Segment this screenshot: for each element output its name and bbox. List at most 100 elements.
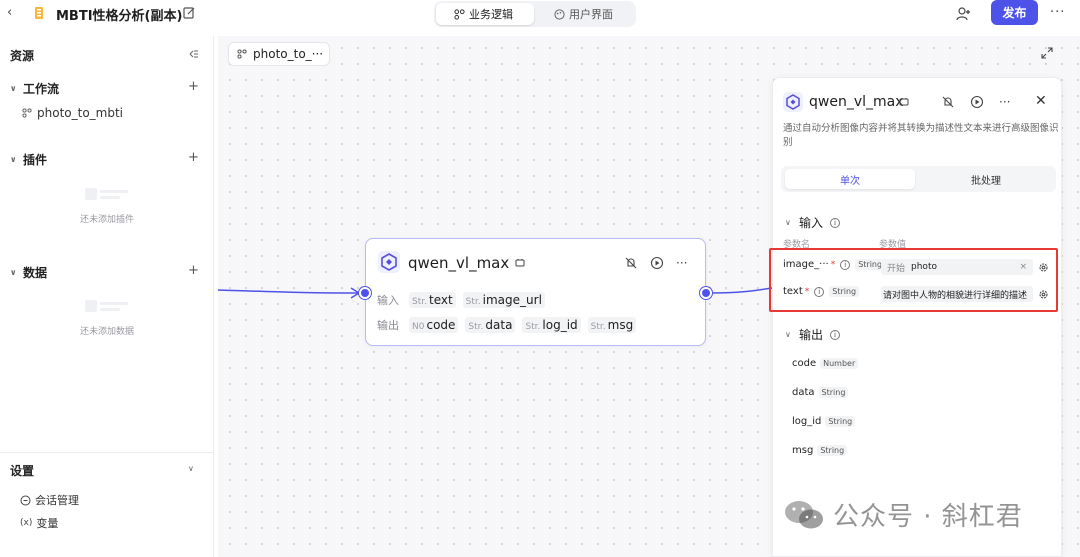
close-icon[interactable]: ✕ <box>1035 93 1047 109</box>
variable-icon: (x) <box>20 518 33 528</box>
run-icon[interactable] <box>650 256 664 270</box>
info-icon[interactable]: i <box>830 217 841 228</box>
node-param-chip: Str. data <box>465 317 516 333</box>
empty-illustration-icon <box>85 298 129 314</box>
node-param-chip: Str. msg <box>587 317 637 333</box>
sidebar-item-label: photo_to_mbti <box>37 106 124 120</box>
divider <box>0 452 213 453</box>
app-logo-icon <box>35 7 43 19</box>
tab-business-logic-label: 业务逻辑 <box>469 8 513 21</box>
section-plugins-label: 插件 <box>23 153 48 167</box>
tab-batch[interactable]: 批处理 <box>921 169 1051 189</box>
data-empty-state: 还未添加数据 <box>70 298 144 337</box>
output-row: msg String <box>792 445 848 456</box>
section-workflow[interactable]: ∨ 工作流 <box>10 80 59 97</box>
param-type: Str. <box>525 322 541 332</box>
section-data-label: 数据 <box>23 266 48 280</box>
highlight-box <box>769 248 1058 312</box>
output-row: log_id String <box>792 416 856 427</box>
back-icon[interactable]: ‹ <box>7 6 21 20</box>
output-name: data <box>792 387 815 398</box>
param-name: code <box>426 318 456 332</box>
bell-off-icon[interactable] <box>941 95 955 109</box>
workflow-icon <box>454 8 465 20</box>
section-workflow-label: 工作流 <box>23 82 60 96</box>
section-plugins[interactable]: ∨ 插件 <box>10 151 47 168</box>
publish-button[interactable]: 发布 <box>991 0 1038 25</box>
input-section-label: 输入 <box>799 216 824 230</box>
watermark-text: 公众号 · 斜杠君 <box>833 502 1023 532</box>
watermark: 公众号 · 斜杠君 <box>783 496 1023 533</box>
param-type: N0 <box>412 322 425 332</box>
node-param-chip: Str. log_id <box>522 317 581 333</box>
qwen-logo-icon <box>783 92 803 112</box>
sidebar-title: 资源 <box>10 49 35 63</box>
output-name: log_id <box>792 416 822 427</box>
chevron-down-icon: ∨ <box>10 84 17 93</box>
param-type: Str. <box>465 297 481 307</box>
resources-sidebar: 资源 ∨ 工作流 + photo_to_mbti ∨ 插件 + 还未添加插件 ∨… <box>0 36 214 557</box>
workflow-icon <box>22 108 32 118</box>
collapse-sidebar-icon[interactable] <box>187 49 199 59</box>
add-workflow-icon[interactable]: + <box>188 79 199 94</box>
mode-toggle: 业务逻辑 用户界面 <box>434 1 636 27</box>
node-input-port[interactable] <box>359 287 371 299</box>
node-actions: ··· <box>624 256 687 270</box>
param-name: msg <box>607 318 634 332</box>
chevron-down-icon: ∨ <box>785 218 791 227</box>
param-type: Str. <box>412 297 427 307</box>
edit-icon[interactable] <box>182 6 196 20</box>
add-data-icon[interactable]: + <box>188 263 199 278</box>
param-type: Str. <box>468 322 484 332</box>
chevron-down-icon: ∨ <box>785 330 791 339</box>
add-plugin-icon[interactable]: + <box>188 150 199 165</box>
plugin-badge-icon <box>899 98 909 106</box>
tab-single[interactable]: 单次 <box>785 169 915 189</box>
output-section-label: 输出 <box>799 328 824 342</box>
qwen-vl-max-node[interactable]: qwen_vl_max ··· 输入 Str. text Str. image_… <box>365 238 706 346</box>
node-output-row: 输出 N0 code Str. data Str. log_id Str. ms… <box>377 317 637 333</box>
sidebar-item-photo-to-mbti[interactable]: photo_to_mbti <box>22 106 123 120</box>
output-name: code <box>792 358 817 369</box>
tab-business-logic[interactable]: 业务逻辑 <box>436 3 534 25</box>
node-param-chip: Str. text <box>409 292 456 308</box>
chevron-down-icon: ∨ <box>10 155 17 164</box>
output-row: data String <box>792 387 849 398</box>
chat-icon <box>20 495 31 505</box>
more-icon[interactable]: ··· <box>999 95 1010 109</box>
settings-item-label: 变量 <box>36 517 59 530</box>
palette-icon <box>554 8 565 20</box>
settings-item-conversation[interactable]: 会话管理 <box>20 492 79 508</box>
input-section-header[interactable]: ∨ 输入 i <box>785 214 841 231</box>
param-name: log_id <box>542 318 578 332</box>
node-output-port[interactable] <box>700 287 712 299</box>
chevron-down-icon[interactable]: ∨ <box>188 464 194 473</box>
settings-title: 设置 <box>10 464 35 478</box>
chevron-down-icon: ∨ <box>10 268 17 277</box>
app-title: MBTI性格分析(副本) <box>56 9 183 24</box>
bell-off-icon[interactable] <box>624 256 638 270</box>
panel-actions: ··· <box>941 95 1010 109</box>
more-options-icon[interactable]: ··· <box>1050 5 1065 20</box>
run-icon[interactable] <box>970 95 984 109</box>
tab-user-interface[interactable]: 用户界面 <box>536 3 634 25</box>
info-icon[interactable]: i <box>830 329 841 340</box>
param-name: data <box>485 318 513 332</box>
type-chip: String <box>817 445 848 456</box>
empty-illustration-icon <box>85 186 129 202</box>
output-row: code Number <box>792 358 859 369</box>
output-name: msg <box>792 445 814 456</box>
output-section-header[interactable]: ∨ 输出 i <box>785 326 841 343</box>
panel-tabs: 单次 批处理 <box>781 166 1056 192</box>
more-icon[interactable]: ··· <box>676 256 687 270</box>
wechat-logo-icon <box>785 500 823 528</box>
panel-title: qwen_vl_max <box>809 94 904 110</box>
settings-item-variables[interactable]: (x) 变量 <box>20 515 58 531</box>
section-data[interactable]: ∨ 数据 <box>10 264 47 281</box>
add-user-icon[interactable] <box>955 6 971 22</box>
node-title: qwen_vl_max <box>408 254 510 272</box>
type-chip: String <box>818 387 849 398</box>
node-input-row: 输入 Str. text Str. image_url <box>377 292 545 308</box>
panel-description: 通过自动分析图像内容并将其转换为描述性文本来进行高级图像识别 <box>783 123 1059 148</box>
node-output-label: 输出 <box>377 319 399 332</box>
